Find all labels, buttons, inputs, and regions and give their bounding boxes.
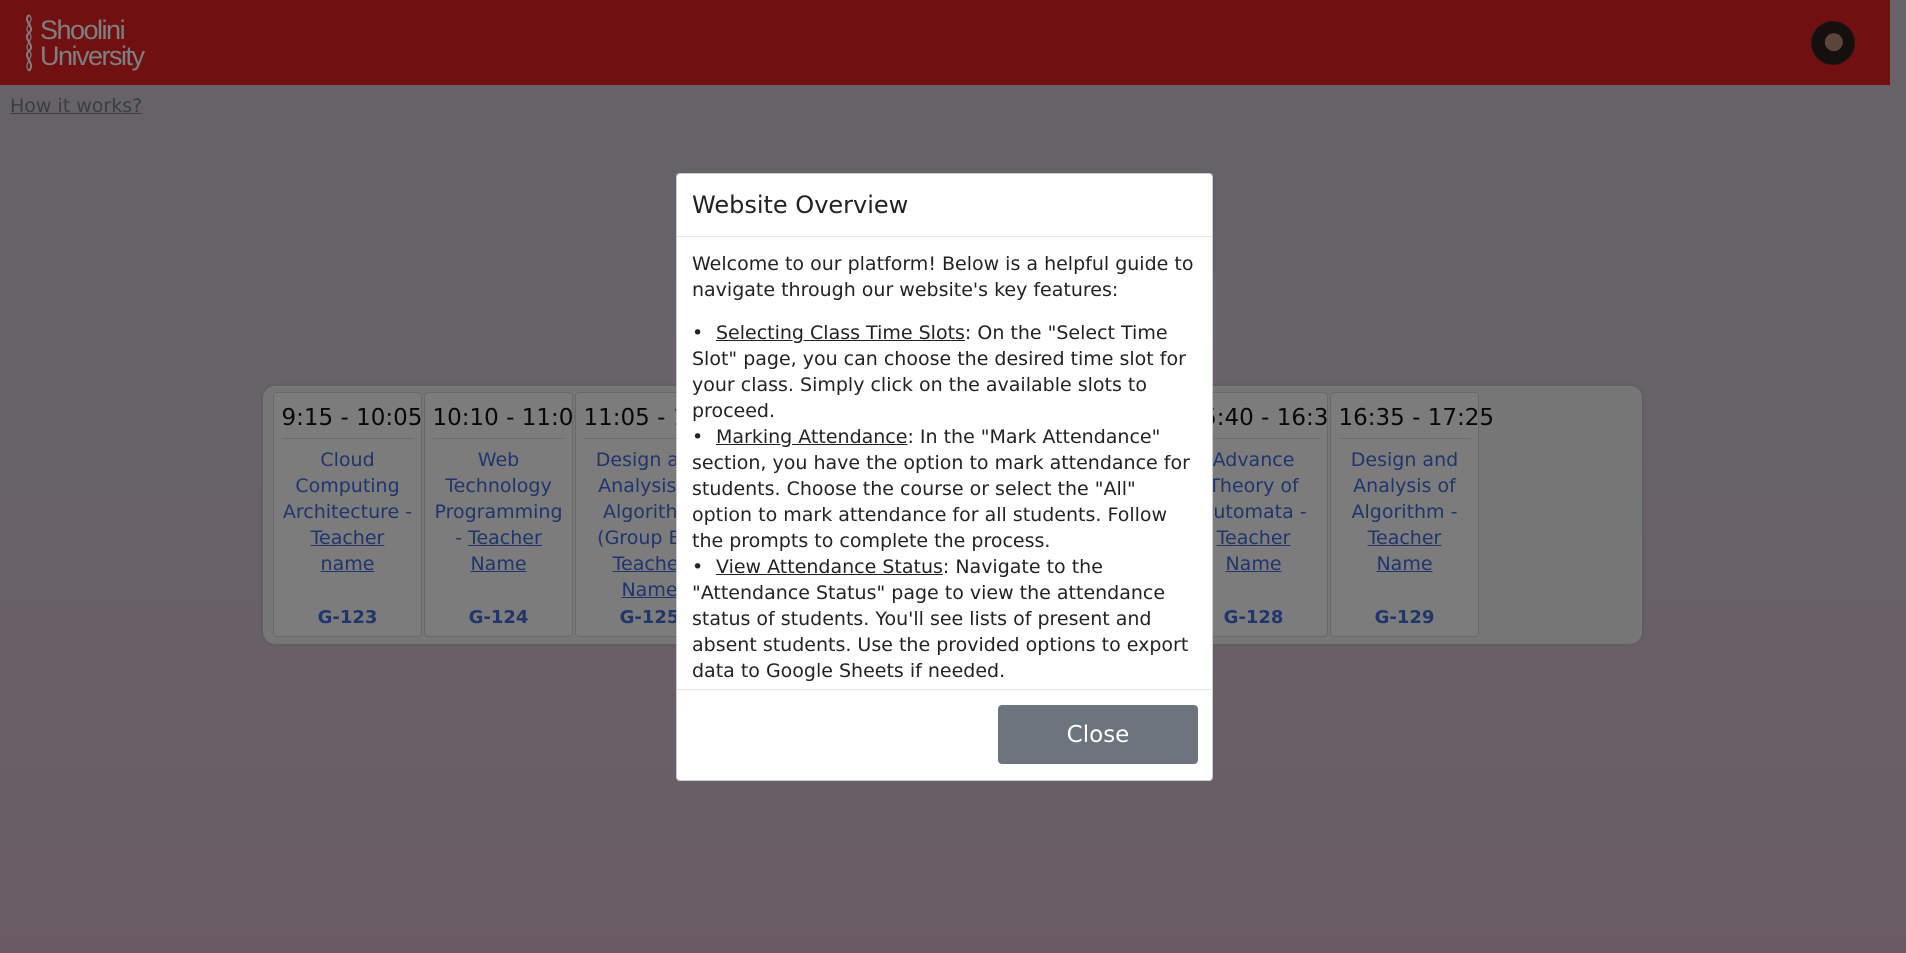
feature-item: • Selecting Class Time Slots: On the "Sel… — [692, 322, 1186, 422]
modal-title: Website Overview — [692, 191, 909, 219]
feature-item: • Marking Attendance: In the "Mark Attend… — [692, 426, 1190, 552]
modal-footer: Close — [677, 689, 1212, 780]
modal-header: Website Overview — [677, 174, 1212, 237]
feature-label: Selecting Class Time Slots — [716, 322, 965, 344]
modal-body: Welcome to our platform! Below is a help… — [677, 237, 1212, 684]
feature-label: Marking Attendance — [716, 426, 908, 448]
feature-label: View Attendance Status — [716, 556, 943, 578]
modal-intro: Welcome to our platform! Below is a help… — [692, 253, 1194, 301]
feature-item: • View Attendance Status: Navigate to the… — [692, 556, 1189, 682]
close-button[interactable]: Close — [998, 705, 1198, 764]
feature-list: • Selecting Class Time Slots: On the "Sel… — [692, 320, 1197, 684]
website-overview-modal: Website Overview Welcome to our platform… — [676, 173, 1213, 781]
